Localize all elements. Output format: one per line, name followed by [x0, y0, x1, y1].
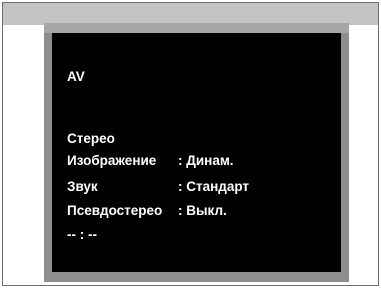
picture-mode-label: Изображение	[67, 153, 157, 168]
clock-display: -- : --	[67, 227, 97, 242]
tv-bezel: AV Стерео Изображение : Динам. Звук : Стан…	[44, 23, 349, 282]
top-strip	[3, 3, 378, 25]
page-frame: AV Стерео Изображение : Динам. Звук : Стан…	[2, 2, 379, 286]
tv-bezel-top	[44, 23, 349, 33]
tv-screen: AV Стерео Изображение : Динам. Звук : Стан…	[52, 33, 341, 272]
picture-mode-value: : Динам.	[178, 153, 234, 168]
sound-mode-label: Звук	[67, 179, 98, 194]
pseudo-stereo-value: : Выкл.	[178, 203, 227, 218]
audio-mode-label: Стерео	[67, 131, 115, 146]
sound-mode-row: Звук : Стандарт	[67, 179, 249, 195]
pseudo-stereo-label: Псевдостерео	[67, 203, 163, 218]
source-label: AV	[67, 69, 85, 84]
pseudo-stereo-row: Псевдостерео : Выкл.	[67, 203, 227, 219]
picture-mode-row: Изображение : Динам.	[67, 153, 234, 169]
sound-mode-value: : Стандарт	[178, 179, 250, 194]
